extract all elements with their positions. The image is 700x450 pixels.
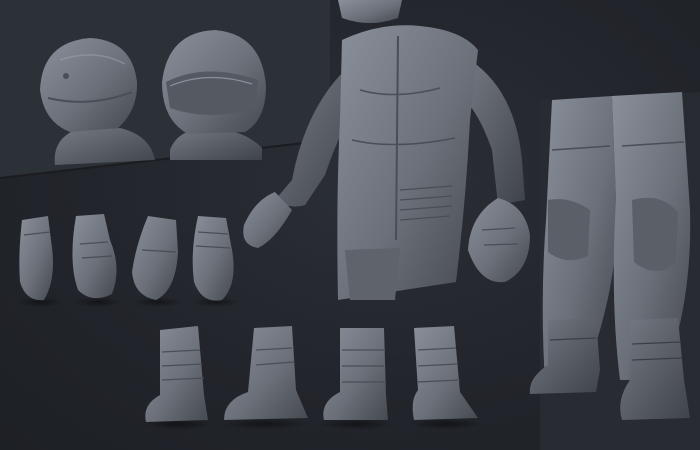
boot-4 <box>410 326 482 430</box>
helmet-front-view <box>162 30 266 160</box>
boot-1 <box>144 326 212 430</box>
render-canvas <box>0 0 700 450</box>
boot-3 <box>320 328 392 430</box>
glove-4 <box>192 216 240 307</box>
glove-3 <box>132 216 182 307</box>
boot-2 <box>222 326 308 430</box>
glove-1 <box>18 216 62 307</box>
glove-2 <box>72 214 122 307</box>
sculpt-render <box>0 0 700 450</box>
